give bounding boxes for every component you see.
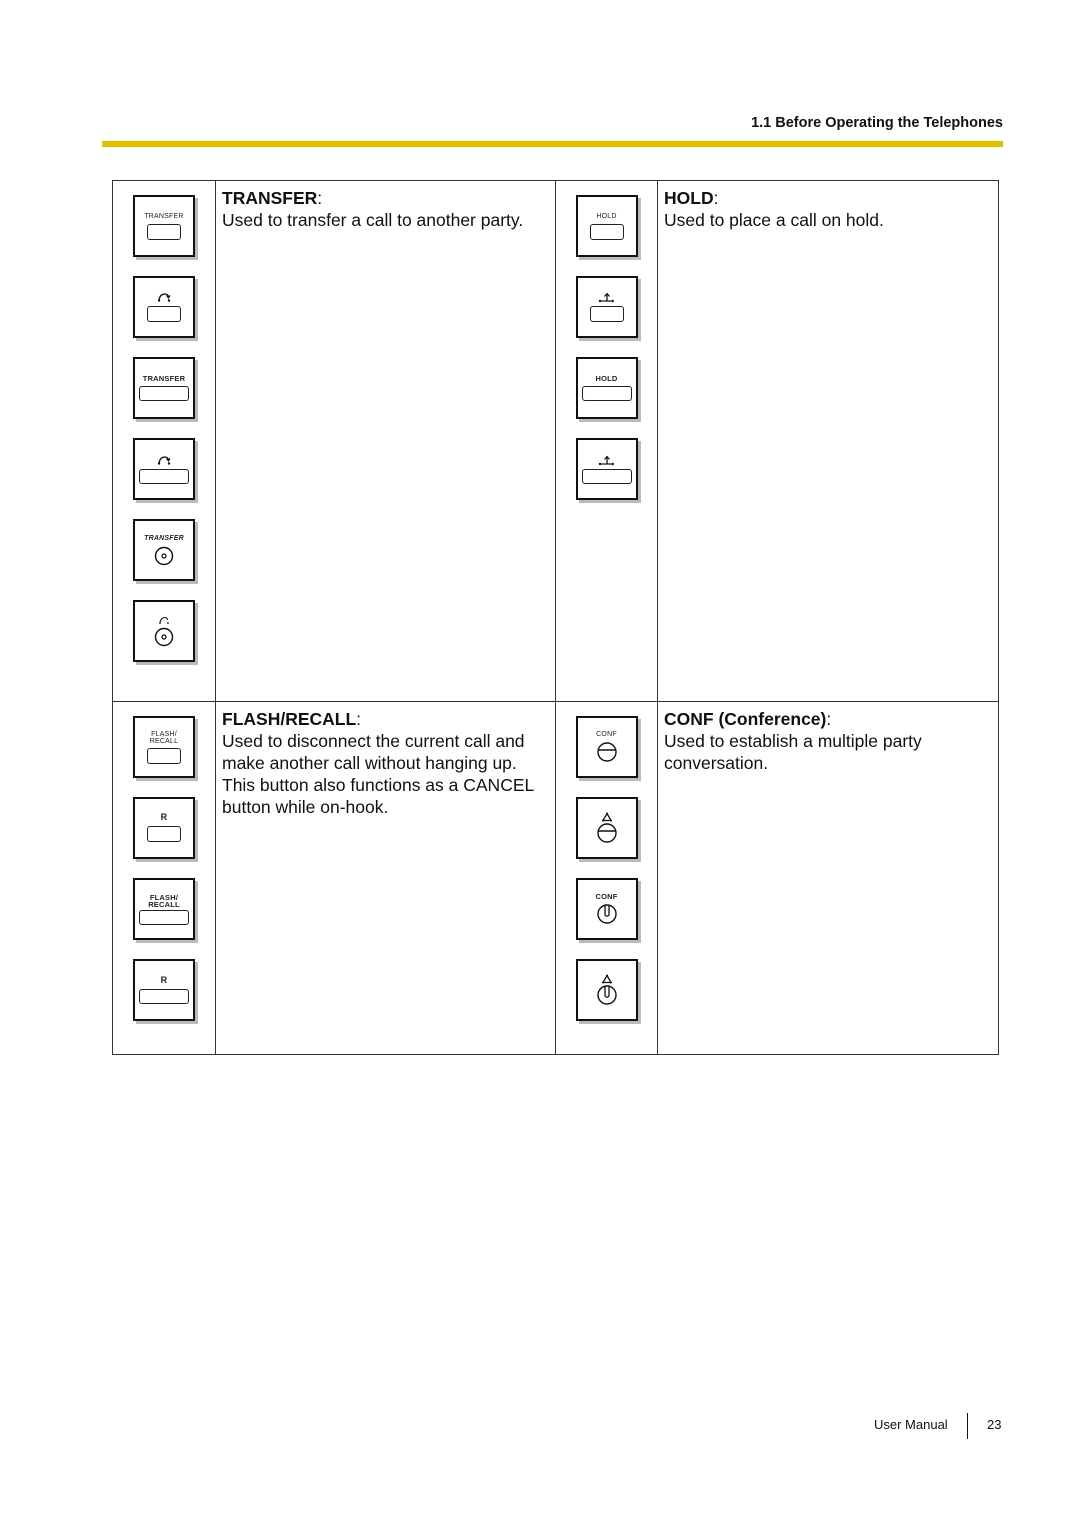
transfer-key-cell: TRANSFER TRANSFER TRANSFER	[112, 180, 216, 702]
hold-arrow-icon	[598, 455, 614, 465]
key-pad	[147, 747, 181, 764]
jog-key-icon	[596, 904, 617, 924]
hold-key-wide: HOLD	[575, 357, 638, 419]
transfer-key-wide-symbol	[133, 438, 195, 500]
page-number: 23	[987, 1417, 1002, 1432]
footer-label: User Manual	[874, 1417, 948, 1432]
transfer-key-round-symbol	[133, 600, 195, 662]
key-label: R	[160, 974, 168, 985]
key-label: HOLD	[596, 212, 617, 220]
key-pad	[589, 223, 624, 240]
hold-key-cell: HOLD HOLD	[555, 180, 658, 702]
key-pad	[147, 223, 181, 240]
flash-recall-key-cell: FLASH/RECALL R FLASH/RECALL R	[112, 701, 216, 1055]
key-pad	[139, 909, 189, 925]
hold-description-cell: HOLD: Used to place a call on hold.	[657, 180, 999, 702]
key-label: HOLD	[595, 374, 618, 383]
r-key-small: R	[133, 797, 195, 859]
hold-key-small-symbol	[575, 276, 638, 338]
conf-title: CONF (Conference):	[664, 709, 832, 729]
conf-key-small-symbol	[575, 797, 638, 859]
conf-round-key-icon	[596, 742, 617, 762]
key-pad	[589, 306, 624, 322]
key-label: TRANSFER	[144, 534, 184, 542]
r-key-wide: R	[133, 959, 195, 1021]
flash-recall-description-cell: FLASH/RECALL: Used to disconnect the cur…	[215, 701, 556, 1055]
key-pad	[581, 386, 632, 401]
key-label: R	[160, 812, 168, 822]
conf-round-key-icon	[596, 823, 617, 843]
flash-recall-title: FLASH/RECALL:	[222, 709, 362, 729]
hold-key-small: HOLD	[575, 195, 638, 257]
hold-key-wide-symbol	[575, 438, 638, 500]
flash-recall-description: Used to disconnect the current call and …	[222, 731, 535, 817]
table-row: FLASH/RECALL R FLASH/RECALL R FLASH/RECA	[112, 701, 999, 1055]
transfer-arrow-icon	[159, 616, 169, 624]
transfer-key-round: TRANSFER	[133, 519, 195, 581]
footer-separator	[967, 1413, 968, 1439]
transfer-description: Used to transfer a call to another party…	[222, 210, 524, 230]
round-key-icon	[154, 627, 174, 646]
conf-description-cell: CONF (Conference): Used to establish a m…	[657, 701, 999, 1055]
flash-recall-key-small: FLASH/RECALL	[133, 716, 195, 778]
round-key-icon	[154, 546, 174, 565]
table-row: TRANSFER TRANSFER TRANSFER TRANSFER: Use…	[112, 180, 999, 702]
key-label: FLASH/RECALL	[149, 730, 179, 745]
key-label: TRANSFER	[144, 212, 184, 220]
transfer-title: TRANSFER:	[222, 188, 323, 208]
section-header: 1.1 Before Operating the Telephones	[751, 115, 1003, 131]
transfer-key-wide: TRANSFER	[133, 357, 195, 419]
transfer-key-small: TRANSFER	[133, 195, 195, 257]
key-pad	[139, 386, 189, 401]
conf-key-jog-symbol	[575, 959, 638, 1021]
key-pad	[581, 468, 632, 484]
key-label: CONF	[595, 892, 618, 901]
transfer-arrow-icon	[157, 455, 171, 465]
key-label: FLASH/RECALL	[148, 892, 180, 909]
key-label: TRANSFER	[142, 374, 186, 383]
key-pad	[139, 468, 189, 484]
key-pad	[147, 826, 181, 842]
button-feature-table: TRANSFER TRANSFER TRANSFER TRANSFER: Use…	[112, 180, 999, 1055]
transfer-arrow-icon	[157, 293, 171, 302]
transfer-key-small-symbol	[133, 276, 195, 338]
conf-key-jog: CONF	[575, 878, 638, 940]
conf-description: Used to establish a multiple party conve…	[664, 731, 922, 773]
jog-key-icon	[596, 985, 617, 1005]
hold-title: HOLD:	[664, 188, 719, 208]
hold-description: Used to place a call on hold.	[664, 210, 884, 230]
header-rule	[102, 141, 1003, 147]
conf-key-cell: CONF CONF	[555, 701, 658, 1055]
flash-recall-key-wide: FLASH/RECALL	[133, 878, 195, 940]
conference-triangle-icon	[601, 812, 612, 822]
hold-arrow-icon	[598, 292, 614, 303]
key-label: CONF	[596, 731, 617, 738]
conference-triangle-icon	[601, 974, 612, 984]
transfer-description-cell: TRANSFER: Used to transfer a call to ano…	[215, 180, 556, 702]
key-pad	[139, 988, 189, 1004]
key-pad	[147, 306, 181, 322]
conf-key-small: CONF	[575, 716, 638, 778]
